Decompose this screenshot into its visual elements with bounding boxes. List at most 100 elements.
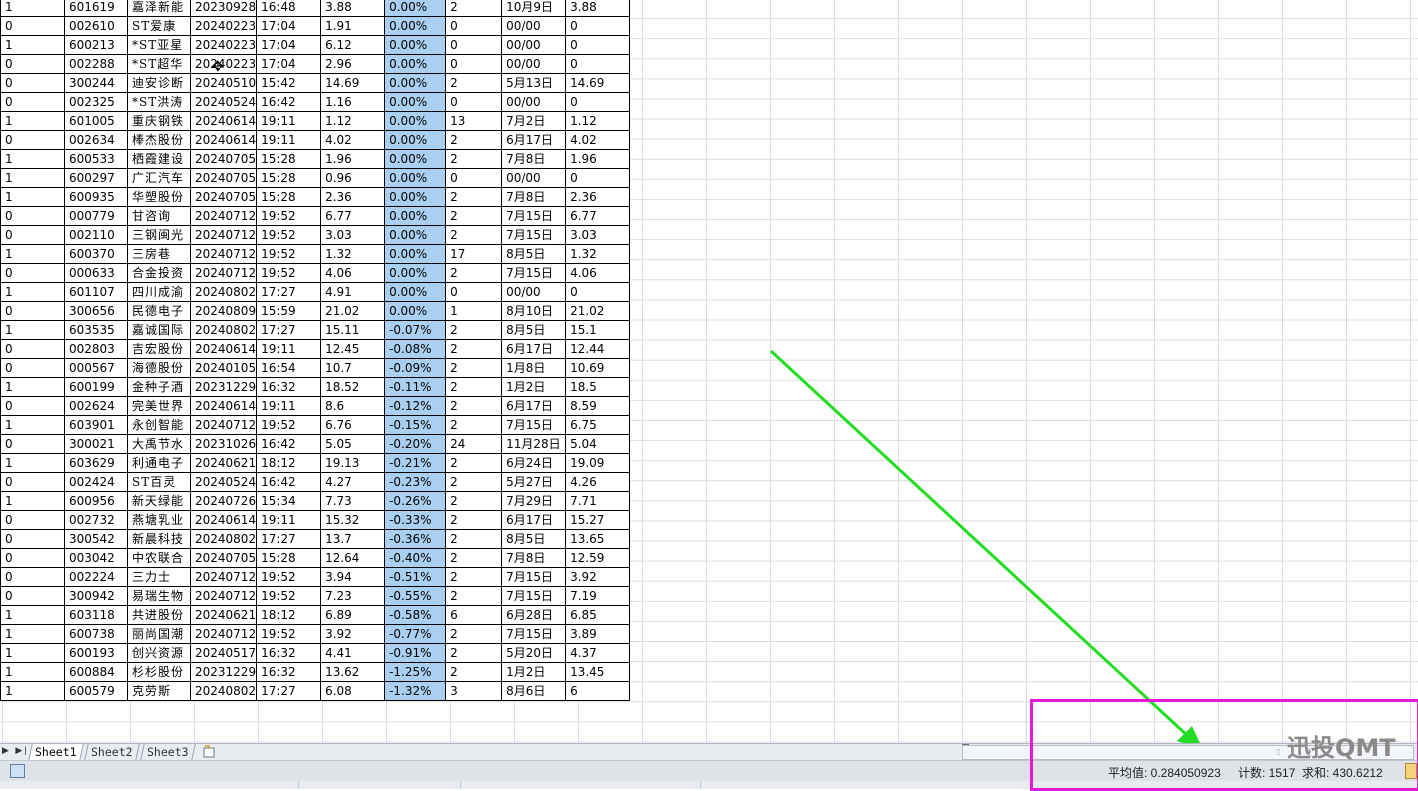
cell-val[interactable]: 4.02 [565, 130, 631, 150]
cell-pct[interactable]: -0.12% [384, 396, 447, 416]
cell-code[interactable]: 000633 [64, 263, 128, 283]
cell-time[interactable]: 17:27 [256, 320, 322, 340]
cell-time[interactable]: 17:04 [256, 35, 322, 55]
cell-name[interactable]: 嘉泽新能 [127, 0, 191, 17]
cell-name[interactable]: 新天绿能 [127, 491, 191, 511]
cell-name[interactable]: 广汇汽车 [127, 168, 191, 188]
cell-date[interactable]: 20240726 [189, 491, 258, 511]
cell-name[interactable]: *ST洪涛 [127, 92, 191, 112]
cell-pct[interactable]: -0.23% [384, 472, 447, 492]
cell-n[interactable]: 24 [445, 434, 503, 454]
cell-code[interactable]: 600533 [64, 149, 128, 169]
cell-time[interactable]: 19:52 [256, 567, 322, 587]
cell-code[interactable]: 600297 [64, 168, 128, 188]
cell-time[interactable]: 15:42 [256, 73, 322, 93]
cell-code[interactable]: 600213 [64, 35, 128, 55]
cell-flag[interactable]: 1 [0, 35, 65, 55]
cell-code[interactable]: 003042 [64, 548, 128, 568]
cell-flag[interactable]: 0 [0, 92, 65, 112]
cell-name[interactable]: 大禹节水 [127, 434, 191, 454]
cell-pct[interactable]: 0.00% [384, 35, 447, 55]
cell-date[interactable]: 20240614 [189, 510, 258, 530]
table-row[interactable]: 0 002325 *ST洪涛 20240524 16:42 1.16 0.00% 0 00/00… [0, 92, 631, 112]
cell-price[interactable]: 13.7 [320, 529, 386, 549]
cell-price[interactable]: 3.92 [320, 624, 386, 644]
table-row[interactable]: 0 000779 甘咨询 20240712 19:52 6.77 0.00% 2 7月15日 6.… [0, 206, 631, 226]
cell-time[interactable]: 17:04 [256, 54, 322, 74]
cell-time[interactable]: 19:52 [256, 624, 322, 644]
cell-n[interactable]: 2 [445, 586, 503, 606]
cell-date[interactable]: 20231229 [189, 662, 258, 682]
cell-code[interactable]: 603118 [64, 605, 128, 625]
cell-date[interactable]: 20231026 [189, 434, 258, 454]
cell-code[interactable]: 002224 [64, 567, 128, 587]
table-row[interactable]: 0 000633 合金投资 20240712 19:52 4.06 0.00% 2 7月15日 4… [0, 263, 631, 283]
cell-n[interactable]: 0 [445, 282, 503, 302]
cell-day[interactable]: 10月9日 [501, 0, 567, 17]
new-sheet-icon[interactable] [202, 745, 216, 758]
cell-day[interactable]: 11月28日 [501, 434, 567, 454]
table-row[interactable]: 0 002424 ST百灵 20240524 16:42 4.27 -0.23% 2 5月27日… [0, 472, 631, 492]
cell-val[interactable]: 6 [565, 681, 631, 701]
table-row[interactable]: 0 003042 中农联合 20240705 15:28 12.64 -0.40% 2 7月8日… [0, 548, 631, 568]
cell-day[interactable]: 00/00 [501, 282, 567, 302]
cell-price[interactable]: 4.06 [320, 263, 386, 283]
cell-date[interactable]: 20240105 [189, 358, 258, 378]
cell-date[interactable]: 20240614 [189, 111, 258, 131]
cell-date[interactable]: 20240712 [189, 225, 258, 245]
cell-date[interactable]: 20240614 [189, 396, 258, 416]
cell-day[interactable]: 5月13日 [501, 73, 567, 93]
cell-n[interactable]: 2 [445, 149, 503, 169]
cell-day[interactable]: 7月29日 [501, 491, 567, 511]
cell-code[interactable]: 002424 [64, 472, 128, 492]
cell-val[interactable]: 0 [565, 16, 631, 36]
cell-code[interactable]: 600956 [64, 491, 128, 511]
cell-day[interactable]: 7月15日 [501, 567, 567, 587]
cell-val[interactable]: 7.71 [565, 491, 631, 511]
cell-pct[interactable]: -0.36% [384, 529, 447, 549]
cell-code[interactable]: 601005 [64, 111, 128, 131]
cell-code[interactable]: 000779 [64, 206, 128, 226]
tab-sheet2[interactable]: Sheet2 [84, 744, 140, 760]
cell-code[interactable]: 600199 [64, 377, 128, 397]
cell-price[interactable]: 4.27 [320, 472, 386, 492]
cell-price[interactable]: 1.12 [320, 111, 386, 131]
taskbar-item[interactable] [700, 781, 701, 789]
cell-price[interactable]: 0.96 [320, 168, 386, 188]
cell-day[interactable]: 00/00 [501, 16, 567, 36]
cell-price[interactable]: 19.13 [320, 453, 386, 473]
cell-day[interactable]: 6月24日 [501, 453, 567, 473]
cell-name[interactable]: 共进股份 [127, 605, 191, 625]
cell-day[interactable]: 6月17日 [501, 339, 567, 359]
cell-pct[interactable]: -1.32% [384, 681, 447, 701]
cell-name[interactable]: 完美世界 [127, 396, 191, 416]
cell-n[interactable]: 0 [445, 54, 503, 74]
cell-name[interactable]: 永创智能 [127, 415, 191, 435]
cell-n[interactable]: 0 [445, 168, 503, 188]
cell-n[interactable]: 1 [445, 301, 503, 321]
cell-code[interactable]: 603629 [64, 453, 128, 473]
cell-code[interactable]: 300942 [64, 586, 128, 606]
cell-price[interactable]: 3.03 [320, 225, 386, 245]
cell-price[interactable]: 3.94 [320, 567, 386, 587]
cell-n[interactable]: 2 [445, 130, 503, 150]
cell-flag[interactable]: 0 [0, 263, 65, 283]
cell-time[interactable]: 15:28 [256, 548, 322, 568]
cell-n[interactable]: 2 [445, 472, 503, 492]
cell-flag[interactable]: 0 [0, 16, 65, 36]
table-row[interactable]: 1 601107 四川成渝 20240802 17:27 4.91 0.00% 0 00/00 0 [0, 282, 631, 302]
table-row[interactable]: 0 002610 ST爱康 20240223 17:04 1.91 0.00% 0 00/00 0 [0, 16, 631, 36]
cell-date[interactable]: 20240614 [189, 130, 258, 150]
cell-date[interactable]: 20240621 [189, 453, 258, 473]
table-row[interactable]: 1 600370 三房巷 20240712 19:52 1.32 0.00% 17 8月5日 1.… [0, 244, 631, 264]
cell-time[interactable]: 19:52 [256, 244, 322, 264]
cell-time[interactable]: 17:27 [256, 681, 322, 701]
cell-day[interactable]: 6月28日 [501, 605, 567, 625]
tab-nav-arrows-icon[interactable]: ▶ ▶| [2, 745, 29, 756]
cell-code[interactable]: 603535 [64, 320, 128, 340]
cell-price[interactable]: 8.6 [320, 396, 386, 416]
table-row[interactable]: 0 002624 完美世界 20240614 19:11 8.6 -0.12% 2 6月17日 8… [0, 396, 631, 416]
cell-time[interactable]: 16:42 [256, 472, 322, 492]
cell-price[interactable]: 7.73 [320, 491, 386, 511]
cell-pct[interactable]: 0.00% [384, 92, 447, 112]
